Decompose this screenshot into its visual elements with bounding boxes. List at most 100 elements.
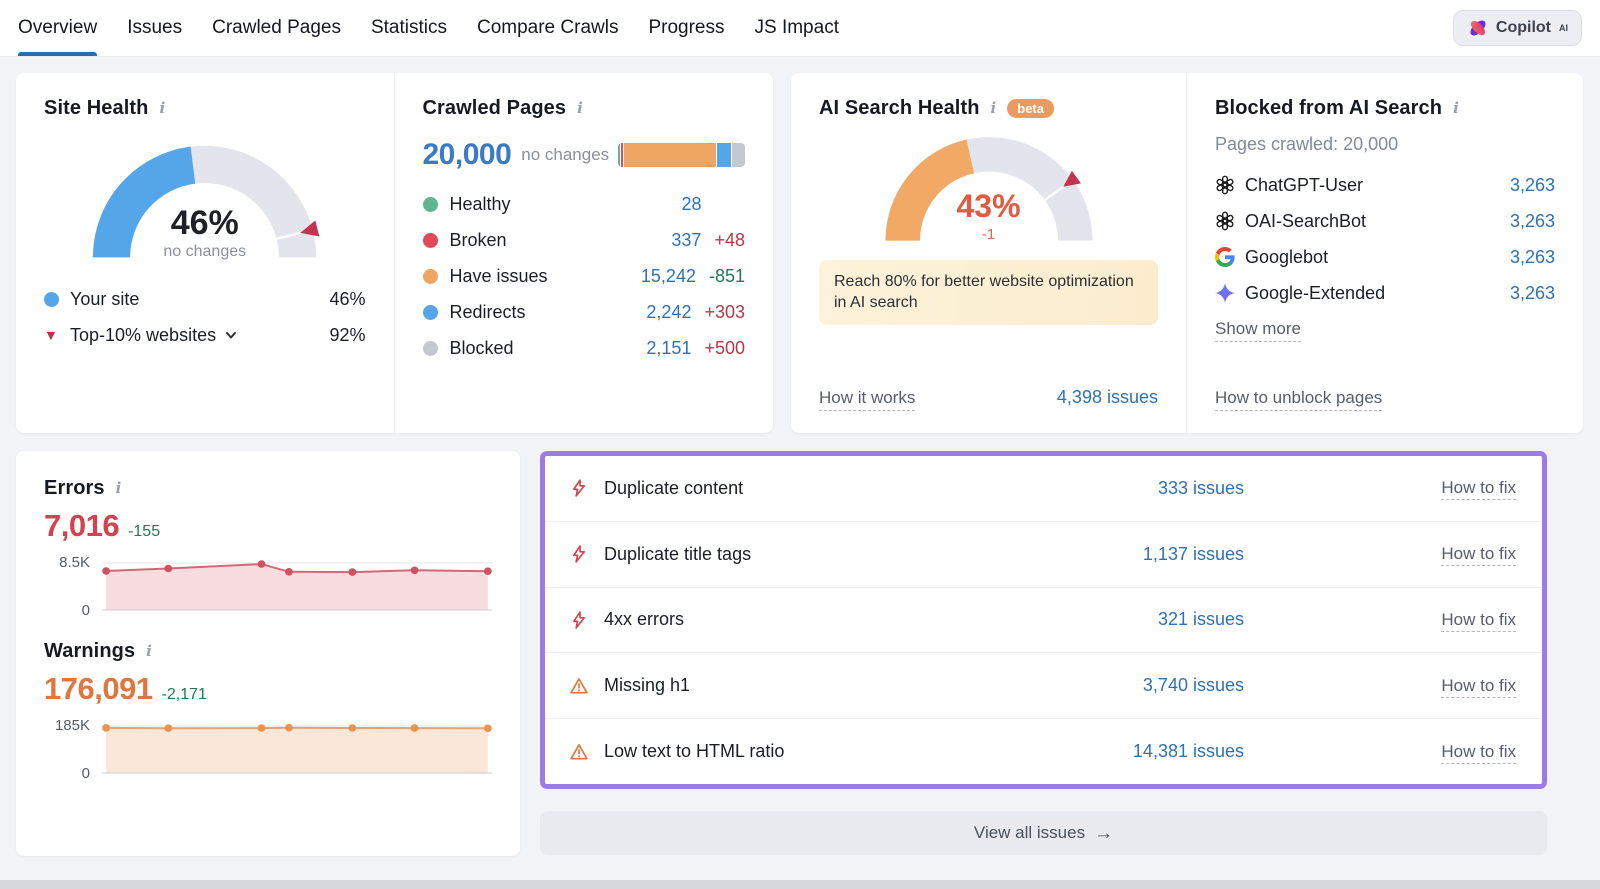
beta-badge: beta	[1007, 99, 1054, 118]
crawled-legend-count-link[interactable]: 15,242	[594, 266, 696, 287]
crawled-legend-label: Broken	[449, 229, 507, 250]
crawled-legend-count-link[interactable]: 2,242	[592, 302, 691, 323]
site-health-legend: Your site 46% ▼ Top-10% websites 92%	[44, 281, 366, 353]
nav-tab-js-impact[interactable]: JS Impact	[755, 0, 839, 56]
site-health-title: Site Health	[44, 97, 149, 119]
bot-name: Google-Extended	[1245, 282, 1386, 303]
legend-top10-websites: ▼ Top-10% websites 92%	[44, 317, 366, 353]
issue-fix-cell: How to fix	[1244, 544, 1516, 567]
crawled-pages-title: Crawled Pages	[422, 97, 567, 119]
issue-label: Duplicate title tags	[604, 543, 752, 564]
info-icon[interactable]: i	[1451, 101, 1461, 116]
broken-dot-icon	[422, 232, 438, 248]
crawled-pages-section: Crawled Pages i 20,000 no changes Health…	[395, 73, 774, 433]
top10-value: 92%	[329, 324, 366, 345]
info-icon[interactable]: i	[157, 101, 167, 116]
site-health-crawled-card: Site Health i 46% no changes Your site 4…	[16, 73, 773, 433]
info-icon[interactable]: i	[114, 481, 124, 496]
bar-segment-broken	[621, 143, 623, 167]
crawled-total: 20,000	[422, 138, 512, 171]
ai-search-change: -1	[981, 225, 996, 243]
issue-row[interactable]: Low text to HTML ratio 14,381 issues How t…	[545, 718, 1542, 784]
crawled-legend-label: Blocked	[449, 337, 514, 358]
top-issues-panel: Duplicate content 333 issues How to fix Dup…	[540, 451, 1547, 789]
ai-issues-link[interactable]: 4,398 issues	[1057, 387, 1158, 408]
warnings-count: 176,091	[44, 671, 153, 706]
issue-count-link[interactable]: 333 issues	[1158, 478, 1244, 499]
blocked-bots-list: ChatGPT-User 3,263 OAI-SearchBot 3,263 Googl…	[1215, 167, 1555, 311]
blocked-ai-section: Blocked from AI Search i Pages crawled: …	[1187, 73, 1583, 433]
show-more-link[interactable]: Show more	[1215, 319, 1301, 342]
errors-count: 7,016	[44, 508, 120, 543]
chevron-down-icon[interactable]	[224, 328, 238, 342]
blocked-ai-title: Blocked from AI Search	[1215, 97, 1443, 119]
nav-tab-issues[interactable]: Issues	[127, 0, 182, 56]
how-to-fix-link[interactable]: How to fix	[1441, 478, 1516, 501]
crawled-legend-row: Healthy 28	[422, 186, 746, 222]
warnings-title: Warnings	[44, 640, 136, 662]
errors-block: Errors i 7,016 -155 8.5K 0	[44, 477, 492, 619]
bot-count-link[interactable]: 3,263	[1510, 283, 1555, 304]
crawled-legend-label: Healthy	[449, 193, 511, 214]
warnings-chart: 185K 0	[44, 717, 492, 782]
warning-triangle-icon	[569, 676, 591, 696]
your-site-value: 46%	[329, 288, 366, 309]
red-triangle-icon: ▼	[44, 327, 58, 344]
bot-name: OAI-SearchBot	[1245, 210, 1367, 231]
errors-warnings-card: Errors i 7,016 -155 8.5K 0 Warnings i 17…	[16, 451, 520, 856]
how-to-fix-link[interactable]: How to fix	[1441, 544, 1516, 567]
view-all-issues-button[interactable]: View all issues →	[540, 811, 1547, 855]
bar-segment-have-issues	[624, 143, 717, 167]
issue-fix-cell: How to fix	[1244, 741, 1516, 764]
openai-icon	[1215, 175, 1245, 195]
nav-tab-overview[interactable]: Overview	[18, 0, 98, 56]
issue-fix-cell: How to fix	[1244, 609, 1516, 632]
nav-tabs: Overview Issues Crawled Pages Statistics Com…	[18, 0, 839, 56]
bot-count-link[interactable]: 3,263	[1510, 247, 1555, 268]
issue-fix-cell: How to fix	[1244, 675, 1516, 698]
info-icon[interactable]: i	[575, 101, 585, 116]
warnings-sparkline	[102, 723, 492, 774]
ai-search-percent: 43%	[956, 187, 1021, 224]
errors-delta: -155	[128, 523, 161, 540]
crawled-legend-row: Have issues 15,242 -851	[422, 258, 745, 294]
crawled-legend-label: Redirects	[449, 301, 526, 322]
issue-count-link[interactable]: 14,381 issues	[1133, 741, 1244, 762]
how-to-unblock-link[interactable]: How to unblock pages	[1215, 388, 1383, 411]
issue-row[interactable]: 4xx errors 321 issues How to fix	[545, 586, 1542, 653]
crawled-legend-delta: +303	[704, 301, 745, 322]
nav-tab-compare-crawls[interactable]: Compare Crawls	[477, 0, 618, 56]
issue-row[interactable]: Duplicate content 333 issues How to fix	[545, 456, 1542, 521]
ai-search-card: AI Search Health i beta 43% -1 Reach 80%…	[791, 73, 1583, 433]
bot-count-link[interactable]: 3,263	[1510, 211, 1555, 232]
nav-tab-progress[interactable]: Progress	[648, 0, 724, 56]
crawled-legend-label: Have issues	[449, 265, 548, 286]
how-it-works-link[interactable]: How it works	[819, 388, 916, 411]
blocked-bot-row: ChatGPT-User 3,263	[1215, 167, 1555, 203]
how-to-fix-link[interactable]: How to fix	[1441, 741, 1516, 764]
crawled-legend-delta: -851	[708, 265, 745, 286]
issue-row[interactable]: Duplicate title tags 1,137 issues How to f…	[545, 520, 1542, 587]
nav-tab-crawled-pages[interactable]: Crawled Pages	[212, 0, 341, 56]
issue-count-link[interactable]: 321 issues	[1158, 609, 1244, 630]
warnings-block: Warnings i 176,091 -2,171 185K 0	[44, 640, 492, 782]
crawled-legend-delta: +48	[714, 229, 745, 250]
bot-count-link[interactable]: 3,263	[1510, 175, 1555, 196]
bar-segment-redirects	[717, 143, 731, 167]
how-to-fix-link[interactable]: How to fix	[1441, 675, 1516, 698]
copilot-button[interactable]: Copilot AI	[1452, 10, 1582, 46]
errors-title: Errors	[44, 477, 105, 499]
issue-count-link[interactable]: 3,740 issues	[1143, 675, 1244, 696]
top10-label: Top-10% websites	[70, 324, 217, 345]
nav-tab-statistics[interactable]: Statistics	[371, 0, 447, 56]
crawled-legend-count-link[interactable]: 2,151	[592, 338, 691, 359]
bot-name: ChatGPT-User	[1245, 174, 1364, 195]
info-icon[interactable]: i	[989, 101, 999, 116]
crawled-legend-count-link[interactable]: 28	[598, 194, 701, 215]
issue-row[interactable]: Missing h1 3,740 issues How to fix	[545, 652, 1542, 719]
issue-count-link[interactable]: 1,137 issues	[1143, 544, 1244, 565]
info-icon[interactable]: i	[144, 644, 154, 659]
healthy-dot-icon	[422, 196, 438, 212]
crawled-legend-count-link[interactable]: 337	[597, 230, 701, 251]
how-to-fix-link[interactable]: How to fix	[1441, 609, 1516, 632]
